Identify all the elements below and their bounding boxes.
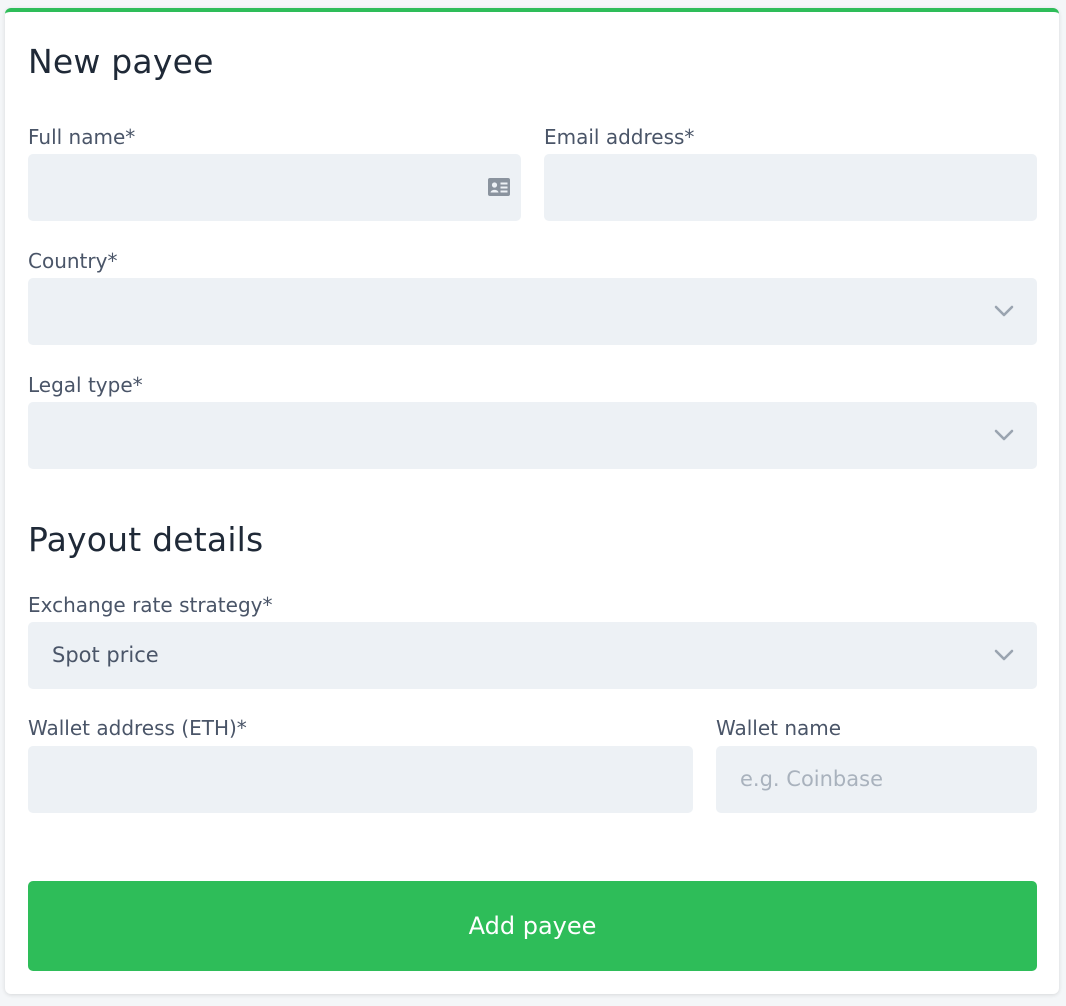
exchange-rate-value: Spot price [52, 643, 159, 667]
new-payee-card: New payee Full name* Email address* Coun… [5, 8, 1059, 994]
wallet-address-field[interactable] [28, 746, 693, 813]
email-label: Email address* [544, 125, 695, 149]
id-card-icon [488, 178, 510, 196]
country-select[interactable] [28, 278, 1037, 345]
payout-details-title: Payout details [28, 520, 264, 559]
add-payee-button[interactable]: Add payee [28, 881, 1037, 971]
exchange-rate-select[interactable]: Spot price [28, 622, 1037, 689]
full-name-field[interactable] [28, 154, 521, 221]
full-name-label: Full name* [28, 125, 136, 149]
wallet-name-placeholder: e.g. Coinbase [740, 767, 883, 791]
legal-type-select[interactable] [28, 402, 1037, 469]
wallet-address-label: Wallet address (ETH)* [28, 716, 247, 740]
email-field[interactable] [544, 154, 1037, 221]
exchange-rate-label: Exchange rate strategy* [28, 593, 273, 617]
new-payee-title: New payee [28, 42, 214, 81]
legal-type-label: Legal type* [28, 373, 143, 397]
chevron-down-icon [994, 429, 1014, 441]
chevron-down-icon [994, 305, 1014, 317]
chevron-down-icon [994, 649, 1014, 661]
wallet-name-field[interactable]: e.g. Coinbase [716, 746, 1037, 813]
country-label: Country* [28, 249, 118, 273]
wallet-name-label: Wallet name [716, 716, 842, 740]
